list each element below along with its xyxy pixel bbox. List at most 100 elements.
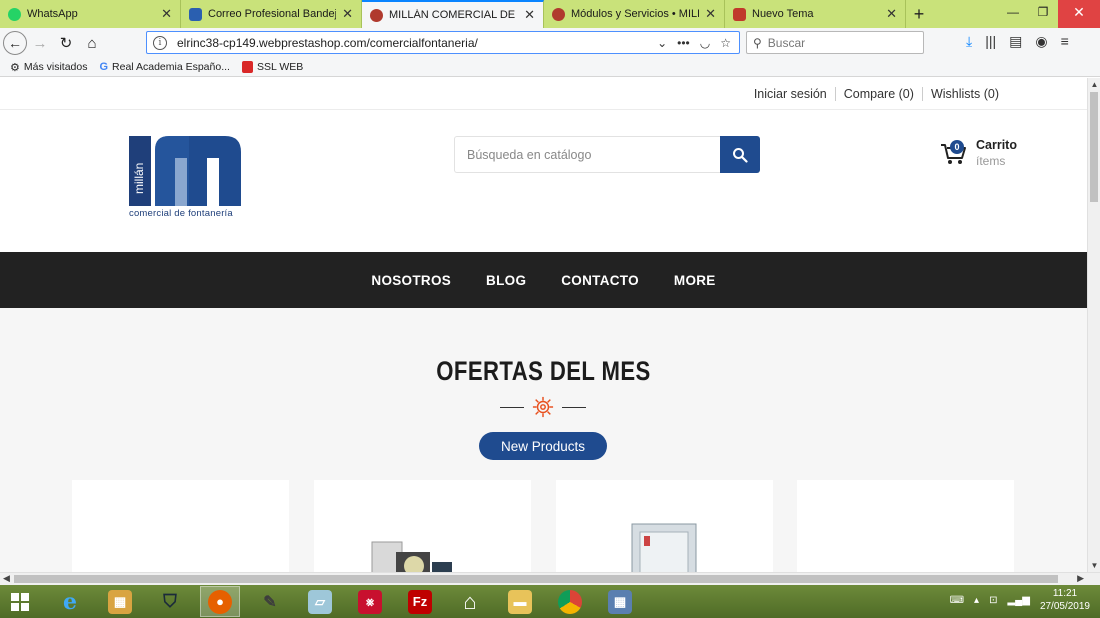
tab-whatsapp[interactable]: WhatsApp ✕: [0, 0, 181, 28]
compare-link[interactable]: Compare (0): [836, 87, 922, 101]
scroll-up-icon[interactable]: ▲: [1088, 80, 1100, 89]
sidebar-icon[interactable]: ▤: [1009, 33, 1022, 50]
minimize-icon[interactable]: —: [998, 0, 1028, 28]
menu-item-nosotros[interactable]: NOSOTROS: [371, 273, 451, 288]
close-icon[interactable]: ✕: [342, 6, 353, 22]
signal-icon[interactable]: ▂▄▆: [1007, 595, 1029, 606]
wishlists-link[interactable]: Wishlists (0): [923, 87, 1007, 101]
bookmark-star-icon[interactable]: ☆: [720, 36, 731, 50]
product-card[interactable]: [72, 480, 289, 572]
forward-button[interactable]: →: [27, 30, 53, 56]
taskbar-calculator[interactable]: ▦: [600, 586, 640, 617]
cart-widget[interactable]: 0 Carrito ítems: [940, 138, 1017, 168]
internet-explorer-icon: e: [63, 588, 77, 615]
new-products-tab[interactable]: New Products: [479, 432, 607, 460]
scroll-thumb[interactable]: [1090, 92, 1098, 202]
divider-line: [500, 406, 524, 408]
close-window-icon[interactable]: ✕: [1058, 0, 1100, 28]
navigation-toolbar: ← → ↻ ⌂ i elrinc38-cp149.webprestashop.c…: [0, 28, 1100, 58]
taskbar-notepad[interactable]: ▱: [300, 586, 340, 617]
product-card[interactable]: [797, 480, 1014, 572]
back-button[interactable]: ←: [3, 31, 27, 55]
taskbar-firefox[interactable]: ●: [200, 586, 240, 617]
product-image: [631, 523, 697, 572]
tab-label: Correo Profesional Bandeja de: [208, 8, 336, 20]
page-viewport: Iniciar sesión Compare (0) Wishlists (0)…: [0, 78, 1087, 572]
firefox-icon: ●: [208, 589, 232, 614]
catalog-search-input[interactable]: Búsqueda en catálogo: [454, 136, 720, 173]
login-link[interactable]: Iniciar sesión: [746, 87, 835, 101]
address-bar[interactable]: i elrinc38-cp149.webprestashop.com/comer…: [146, 31, 740, 54]
close-icon[interactable]: ✕: [705, 6, 716, 22]
cart-count-badge: 0: [950, 140, 964, 154]
close-icon[interactable]: ✕: [886, 6, 897, 22]
taskbar-notes[interactable]: ▦: [100, 586, 140, 617]
reload-button[interactable]: ↻: [53, 30, 79, 56]
restore-icon[interactable]: ❐: [1028, 0, 1058, 28]
search-placeholder: Buscar: [767, 35, 806, 50]
toolbar-icons: ⤓ ||| ▤ ◉ ≡: [966, 33, 1069, 50]
mail-favicon-icon: [189, 7, 202, 21]
network-icon[interactable]: ⊡: [989, 595, 997, 606]
notes-app-icon: ▦: [108, 589, 132, 614]
clock-time: 11:21: [1052, 588, 1078, 599]
close-icon[interactable]: ✕: [524, 7, 535, 23]
tab-modulos[interactable]: Módulos y Servicios • MILLÁN ✕: [544, 0, 725, 28]
chevron-up-icon[interactable]: ▴: [974, 595, 979, 606]
bookmark-real-academia[interactable]: G Real Academia Españo...: [99, 61, 229, 73]
site-logo[interactable]: millán comercial de fontanería: [129, 136, 244, 226]
bookmark-mas-visitados[interactable]: ⚙ Más visitados: [10, 61, 87, 74]
tab-millan-active[interactable]: MILLÁN COMERCIAL DE FONT ✕: [362, 0, 544, 28]
account-icon[interactable]: ◉: [1035, 33, 1047, 50]
close-icon[interactable]: ✕: [161, 6, 172, 22]
home-button[interactable]: ⌂: [79, 30, 105, 56]
divider-line: [562, 406, 586, 408]
download-icon[interactable]: ⤓: [966, 33, 972, 50]
pocket-icon[interactable]: ◡: [700, 36, 710, 50]
menu-item-blog[interactable]: BLOG: [486, 273, 526, 288]
bookmark-ssl-web[interactable]: SSL WEB: [241, 61, 303, 73]
taskbar-filezilla[interactable]: Fz: [400, 586, 440, 617]
library-icon[interactable]: |||: [985, 33, 996, 50]
scroll-left-icon[interactable]: ◀: [3, 573, 10, 584]
taskbar-explorer[interactable]: ▬: [500, 586, 540, 617]
calculator-icon: ▦: [608, 589, 632, 614]
bookmark-label: Real Academia Españo...: [112, 61, 230, 73]
scroll-down-icon[interactable]: ▼: [1088, 561, 1100, 570]
site-info-icon[interactable]: i: [153, 35, 167, 50]
scroll-thumb[interactable]: [14, 575, 1058, 583]
menu-icon[interactable]: ≡: [1061, 33, 1069, 50]
window-controls: — ❐ ✕: [998, 0, 1100, 28]
scroll-right-icon[interactable]: ▶: [1077, 573, 1084, 584]
product-card[interactable]: [556, 480, 773, 572]
tab-strip: WhatsApp ✕ Correo Profesional Bandeja de…: [0, 0, 1100, 28]
menu-item-more[interactable]: MORE: [674, 273, 716, 288]
taskbar-security[interactable]: ⛉: [150, 586, 190, 617]
system-clock[interactable]: 11:21 27/05/2019: [1040, 587, 1090, 613]
start-button[interactable]: [0, 586, 40, 617]
taskbar-gimp[interactable]: ✎: [250, 586, 290, 617]
taskbar-chrome[interactable]: [550, 586, 590, 617]
chevron-down-icon[interactable]: ⌄: [657, 36, 667, 50]
home-icon: ⌂: [463, 588, 477, 614]
taskbar-acrobat[interactable]: ⨳: [350, 586, 390, 617]
more-actions-icon[interactable]: •••: [677, 36, 690, 50]
windows-logo-icon: [11, 592, 29, 611]
vertical-scrollbar[interactable]: ▲ ▼: [1087, 78, 1100, 572]
filezilla-icon: Fz: [408, 589, 432, 614]
search-icon: [733, 147, 748, 163]
cart-subtitle: ítems: [976, 154, 1006, 168]
menu-item-contacto[interactable]: CONTACTO: [561, 273, 639, 288]
horizontal-scrollbar[interactable]: ◀ ▶: [0, 572, 1100, 585]
product-card[interactable]: [314, 480, 531, 572]
catalog-search-button[interactable]: [720, 136, 760, 173]
tab-correo[interactable]: Correo Profesional Bandeja de ✕: [181, 0, 362, 28]
taskbar-home[interactable]: ⌂: [450, 586, 490, 617]
url-text: elrinc38-cp149.webprestashop.com/comerci…: [177, 35, 478, 50]
shield-icon: [241, 61, 253, 73]
tab-nuevo-tema[interactable]: Nuevo Tema ✕: [725, 0, 906, 28]
keyboard-icon[interactable]: ⌨: [950, 595, 964, 606]
browser-search-input[interactable]: ⚲ Buscar: [746, 31, 924, 54]
new-tab-button[interactable]: +: [906, 0, 932, 28]
taskbar-ie[interactable]: e: [50, 586, 90, 617]
